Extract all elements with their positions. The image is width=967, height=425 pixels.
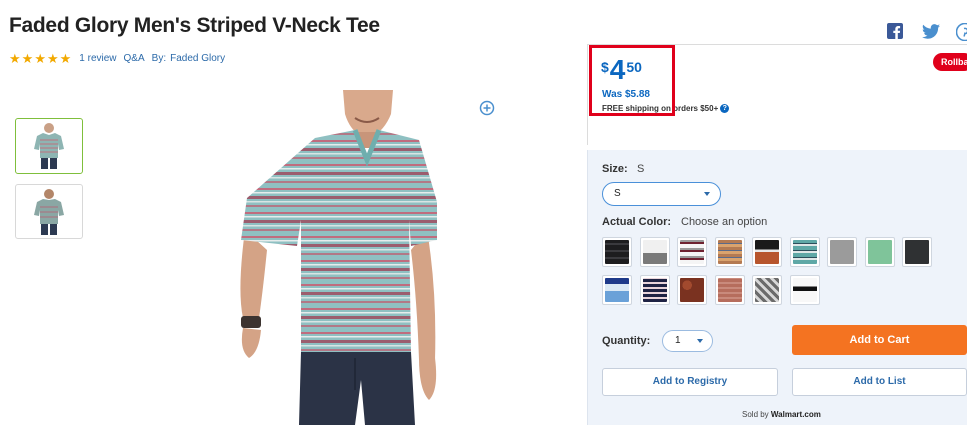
star-icon: ★ bbox=[34, 51, 46, 66]
color-swatch-heather-gray[interactable] bbox=[827, 237, 857, 267]
quantity-label: Quantity: bbox=[602, 335, 651, 347]
color-swatch-rust-pattern[interactable] bbox=[677, 275, 707, 305]
size-value: S bbox=[637, 163, 645, 175]
rollback-badge: Rollback bbox=[933, 53, 967, 71]
swatch-fill bbox=[830, 240, 854, 264]
quantity-value: 1 bbox=[675, 335, 681, 346]
add-to-registry-button[interactable]: Add to Registry bbox=[602, 368, 778, 396]
price-highlight-box bbox=[589, 45, 675, 116]
swatch-fill bbox=[642, 240, 667, 264]
color-label: Actual Color: bbox=[602, 216, 672, 228]
color-swatch-mint-green[interactable] bbox=[864, 237, 895, 267]
color-swatch-tan-orange-stripe[interactable] bbox=[714, 237, 745, 267]
help-icon[interactable]: ? bbox=[720, 104, 730, 113]
brand-link[interactable]: Faded Glory bbox=[170, 53, 225, 64]
thumbnail-1[interactable] bbox=[15, 118, 83, 174]
sold-by: Sold by Walmart.com bbox=[742, 410, 821, 419]
star-icon: ★ bbox=[46, 51, 59, 66]
color-swatch-white-maroon-stripe[interactable] bbox=[677, 237, 707, 267]
quantity-select[interactable]: 1 bbox=[662, 330, 713, 352]
swatch-fill bbox=[792, 240, 817, 264]
by-label: By: bbox=[151, 53, 167, 64]
color-swatch-black-orange[interactable] bbox=[752, 237, 782, 267]
color-swatch-charcoal[interactable] bbox=[902, 237, 932, 267]
star-icon: ★ bbox=[9, 51, 21, 66]
pinterest-icon[interactable] bbox=[956, 22, 967, 42]
thumbnail-image bbox=[34, 123, 64, 169]
color-swatch-white-black-band[interactable] bbox=[789, 275, 820, 305]
swatch-fill bbox=[755, 240, 779, 264]
swatch-fill bbox=[717, 278, 742, 302]
facebook-icon[interactable] bbox=[886, 22, 904, 40]
size-select-value: S bbox=[614, 188, 621, 199]
color-swatch-navy-pink-stripe[interactable] bbox=[639, 275, 670, 305]
thumbnail-image bbox=[34, 188, 64, 235]
add-to-cart-button[interactable]: Add to Cart bbox=[792, 325, 967, 355]
twitter-icon[interactable] bbox=[921, 22, 941, 40]
seller-name: Walmart.com bbox=[770, 410, 821, 419]
color-swatch-teal-stripe[interactable] bbox=[789, 237, 820, 267]
qa-link[interactable]: Q&A bbox=[124, 53, 145, 64]
color-swatch-gray-geometric[interactable] bbox=[752, 275, 782, 305]
chevron-down-icon bbox=[704, 192, 710, 196]
add-to-list-button[interactable]: Add to List bbox=[792, 368, 967, 396]
swatch-fill bbox=[680, 240, 704, 264]
swatch-fill bbox=[642, 278, 667, 302]
swatch-fill bbox=[867, 240, 892, 264]
chevron-down-icon bbox=[697, 339, 703, 343]
sold-by-prefix: Sold by bbox=[742, 410, 769, 419]
star-icon: ★ bbox=[59, 51, 72, 66]
color-swatch-black-stripe[interactable] bbox=[602, 237, 632, 267]
color-swatch-white-gray[interactable] bbox=[639, 237, 670, 267]
size-select[interactable]: S bbox=[602, 182, 721, 206]
reviews-link[interactable]: 1 review bbox=[79, 53, 116, 64]
color-value: Choose an option bbox=[681, 216, 768, 228]
swatch-fill bbox=[717, 240, 742, 264]
star-icon: ★ bbox=[21, 51, 34, 66]
color-swatch-dusty-red-stripe[interactable] bbox=[714, 275, 745, 305]
product-meta-row: ★ ★ ★ ★ ★ 1 review Q&A By: Faded Glory bbox=[9, 52, 232, 65]
swatch-fill bbox=[755, 278, 779, 302]
swatch-fill bbox=[605, 278, 629, 302]
swatch-fill bbox=[905, 240, 929, 264]
swatch-fill bbox=[680, 278, 704, 302]
swatch-fill bbox=[605, 240, 629, 264]
color-swatch-blue-white[interactable] bbox=[602, 275, 632, 305]
product-image[interactable] bbox=[215, 90, 455, 425]
product-title: Faded Glory Men's Striped V-Neck Tee bbox=[9, 14, 380, 37]
thumbnail-2[interactable] bbox=[15, 184, 83, 239]
rating-stars[interactable]: ★ ★ ★ ★ ★ bbox=[9, 52, 72, 65]
swatch-fill bbox=[792, 278, 817, 302]
size-label: Size: bbox=[602, 163, 628, 175]
zoom-icon[interactable] bbox=[479, 100, 497, 118]
